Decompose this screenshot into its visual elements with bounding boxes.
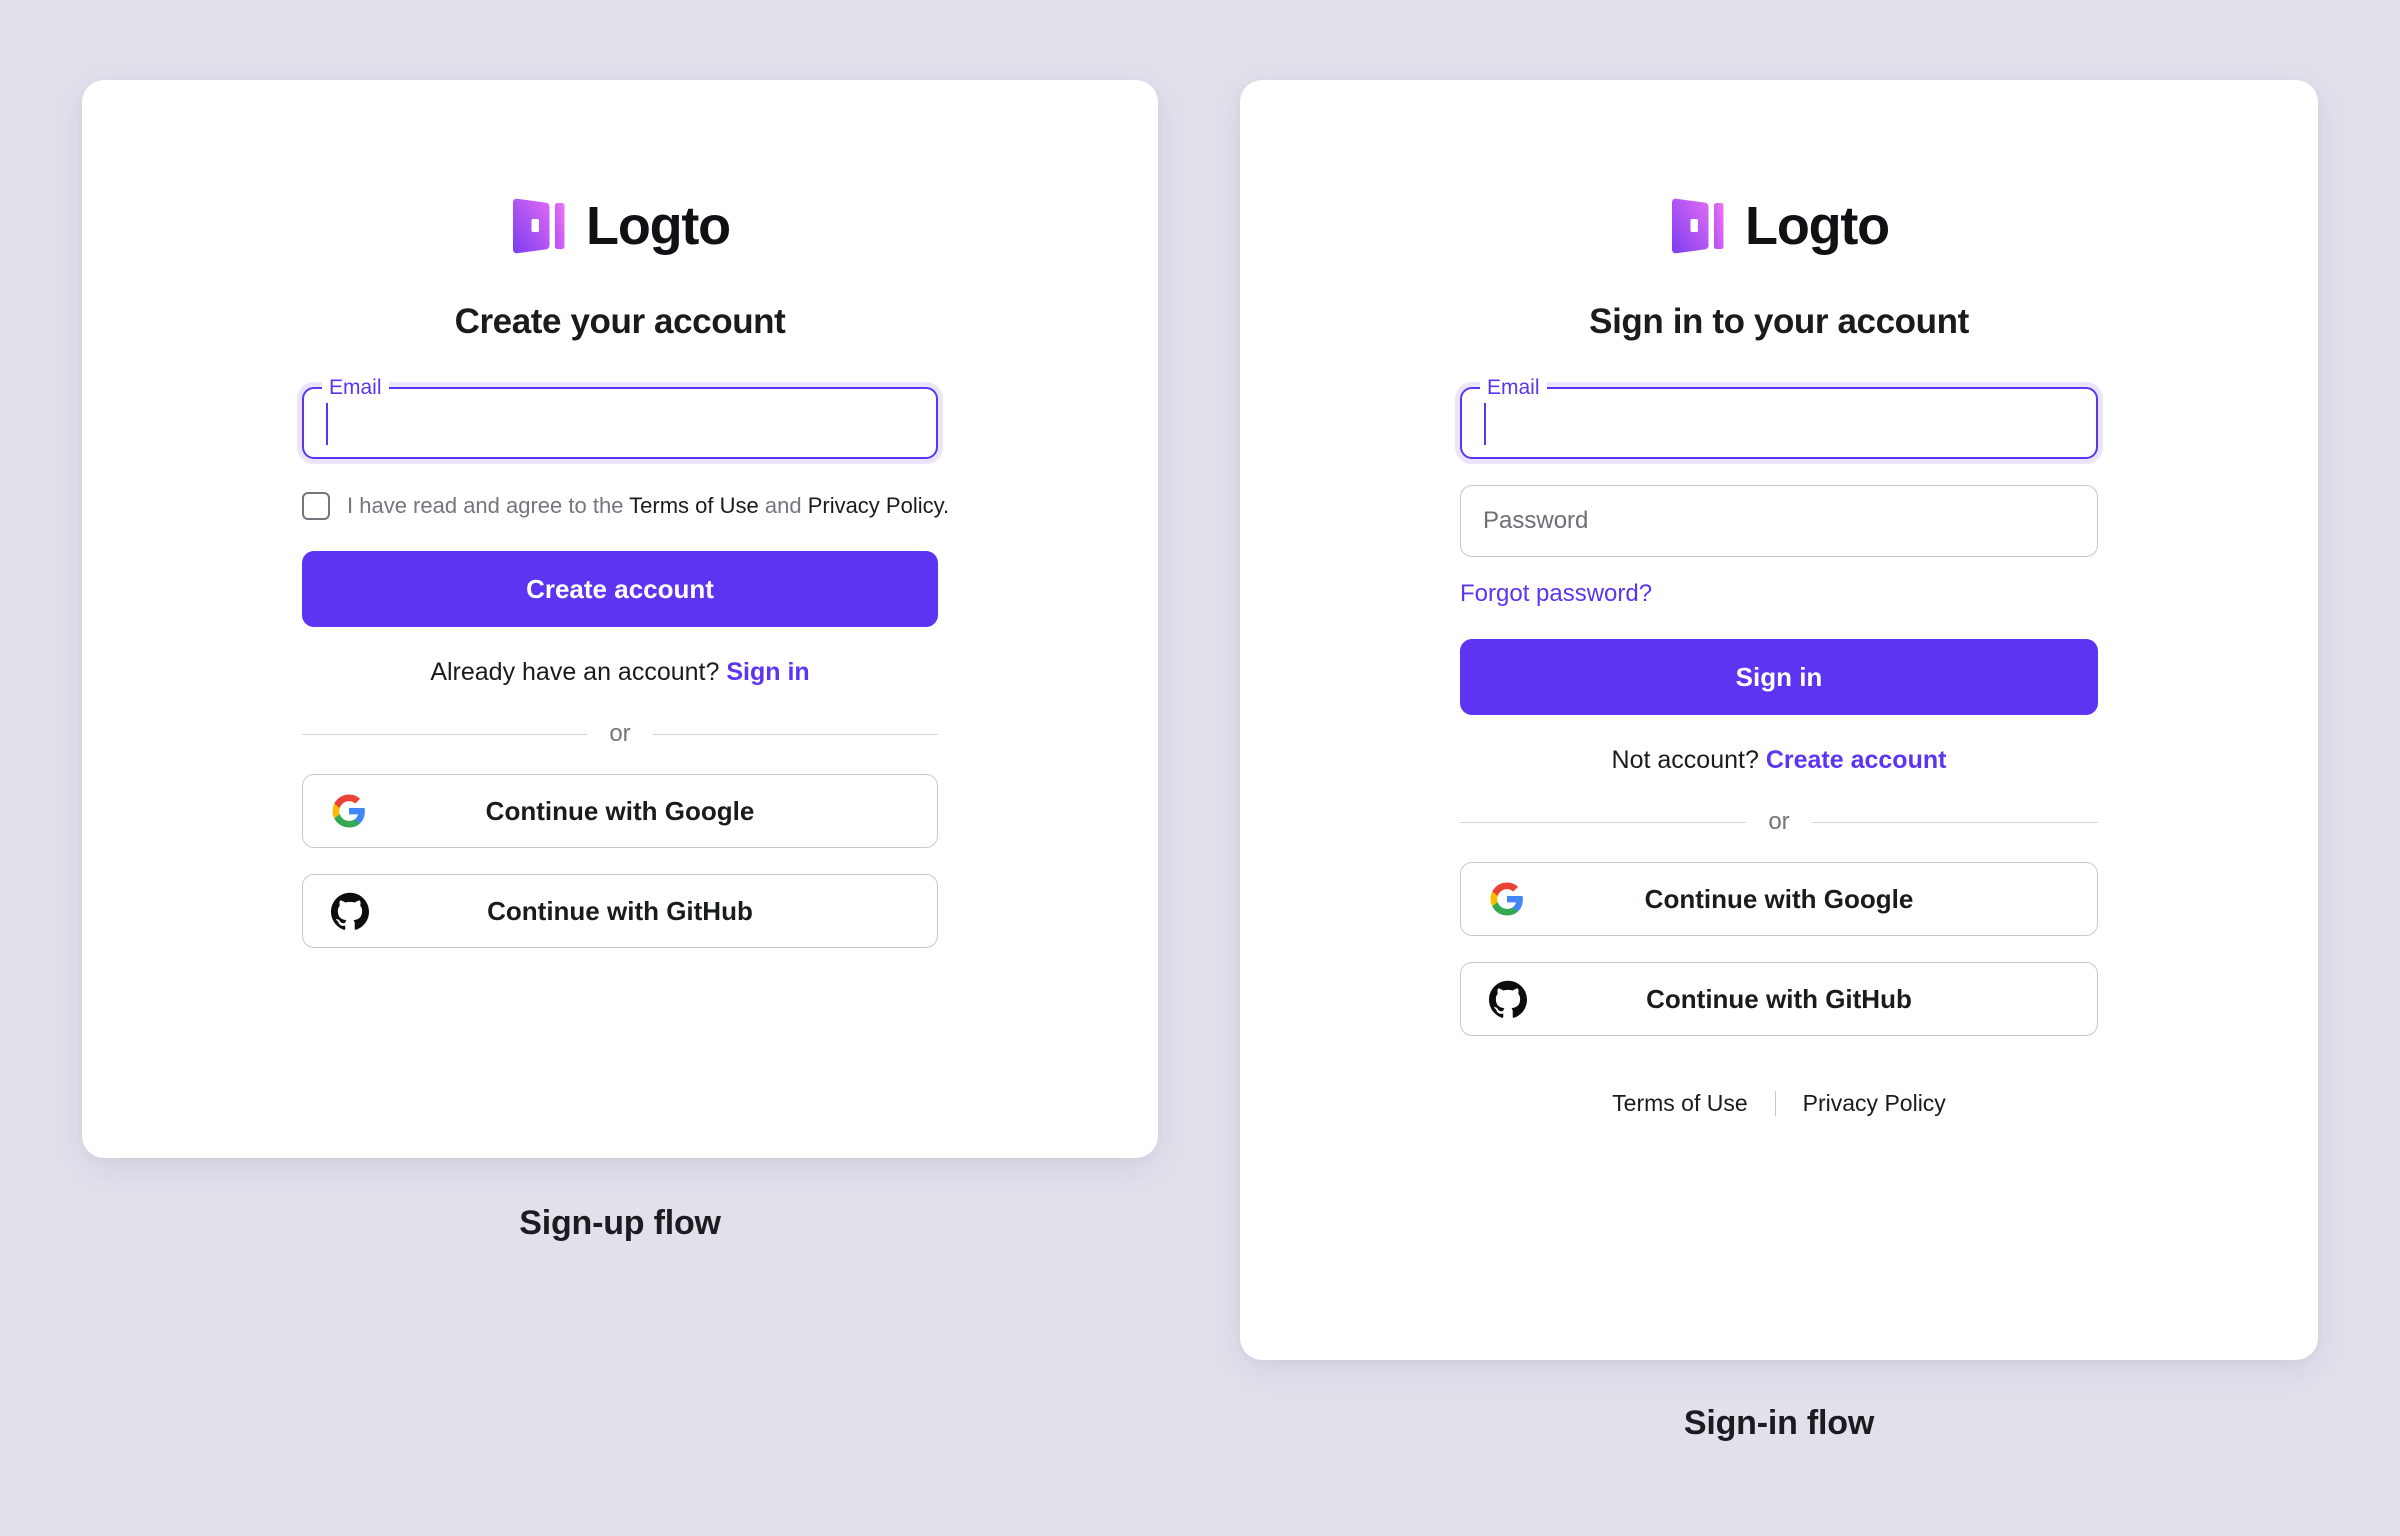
brand-logo: Logto [1460,193,2098,259]
signin-card: Logto Sign in to your account Email Forg… [1240,80,2318,1360]
page-title: Create your account [454,302,786,341]
divider-label: or [1768,808,1790,835]
divider-label: or [609,720,631,747]
terms-of-use-link[interactable]: Terms of Use [629,493,759,518]
footer-terms-of-use-link[interactable]: Terms of Use [1612,1090,1747,1117]
divider-rule-left [302,733,588,735]
email-input[interactable] [304,389,936,457]
signin-prompt-row: Already have an account? Sign in [302,658,938,687]
signup-card: Logto Create your account Email I have r… [82,80,1158,1158]
forgot-password-link[interactable]: Forgot password? [1460,580,1652,607]
terms-prefix: I have read and agree to the [347,493,630,518]
create-account-link[interactable]: Create account [1766,746,1947,774]
google-icon [1490,882,1523,916]
github-icon [1489,980,1527,1018]
signin-prompt-text: Already have an account? [430,658,720,686]
google-button-label: Continue with Google [485,795,755,826]
email-input[interactable] [1462,389,2096,457]
card-footer-links: Terms of Use Privacy Policy [1460,1090,2098,1117]
logto-door-logo-icon [513,198,565,254]
continue-with-github-button[interactable]: Continue with GitHub [1460,962,2098,1036]
google-button-label: Continue with Google [1644,883,1914,914]
divider-rule-right [1811,821,2098,823]
signin-flow-caption: Sign-in flow [1683,1404,1875,1442]
github-button-label: Continue with GitHub [1646,983,1912,1014]
terms-conjunction: and [758,493,808,518]
signin-link[interactable]: Sign in [726,658,809,686]
google-icon [332,794,365,828]
password-input[interactable] [1460,485,2098,557]
divider-rule-left [1460,821,1747,823]
email-field-wrapper[interactable]: Email [302,376,938,459]
sign-in-button[interactable]: Sign in [1460,639,2098,715]
text-caret [326,403,328,445]
brand-logo: Logto [302,193,938,259]
continue-with-google-button[interactable]: Continue with Google [1460,862,2098,936]
privacy-policy-link[interactable]: Privacy Policy [808,493,943,518]
footer-privacy-policy-link[interactable]: Privacy Policy [1803,1090,1946,1117]
github-button-label: Continue with GitHub [487,895,753,926]
social-divider: or [302,720,938,748]
terms-checkbox[interactable] [302,492,330,520]
brand-name: Logto [586,196,731,256]
create-account-prompt-row: Not account? Create account [1460,746,2098,775]
continue-with-github-button[interactable]: Continue with GitHub [302,874,938,948]
terms-suffix: . [942,493,950,518]
signup-flow-caption: Sign-up flow [519,1204,721,1242]
email-field-wrapper[interactable]: Email [1460,376,2098,459]
social-divider: or [1460,808,2098,836]
terms-agreement-text: I have read and agree to the Terms of Us… [347,495,949,517]
brand-name: Logto [1745,196,1890,256]
forgot-password-row: Forgot password? [1460,580,2098,608]
create-account-prompt-text: Not account? [1611,746,1759,774]
page-title: Sign in to your account [1589,302,1969,341]
logto-door-logo-icon [1672,198,1724,254]
text-caret [1484,403,1486,445]
footer-separator [1774,1091,1776,1116]
create-account-button[interactable]: Create account [302,551,938,627]
terms-agreement-row: I have read and agree to the Terms of Us… [302,492,949,520]
github-icon [331,892,369,930]
continue-with-google-button[interactable]: Continue with Google [302,774,938,848]
divider-rule-right [652,733,938,735]
